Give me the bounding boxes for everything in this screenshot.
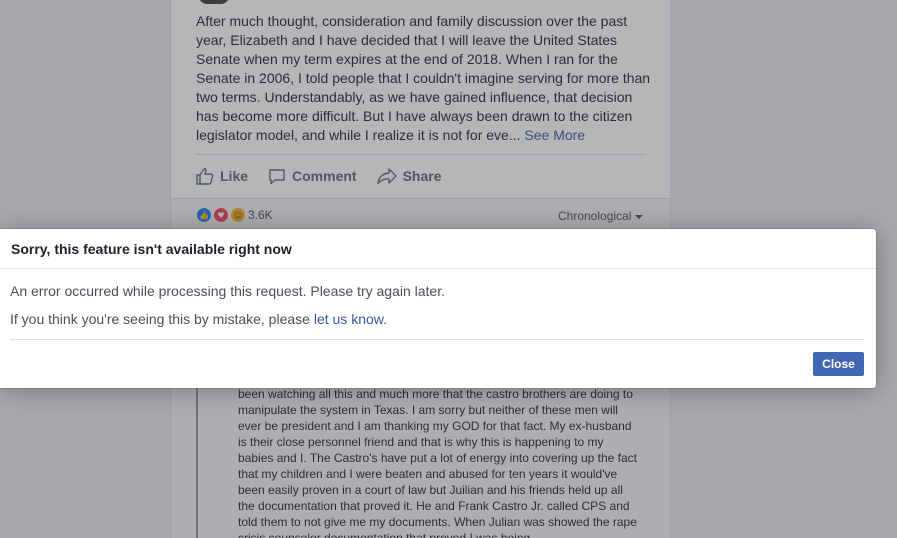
close-button[interactable]: Close <box>813 352 864 376</box>
mistake-prefix: If you think you're seeing this by mista… <box>10 311 314 327</box>
error-message: An error occurred while processing this … <box>10 283 445 299</box>
dialog-header: Sorry, this feature isn't available righ… <box>0 229 876 269</box>
dialog-title: Sorry, this feature isn't available righ… <box>11 240 292 257</box>
dialog-divider <box>10 339 864 340</box>
error-dialog: Sorry, this feature isn't available righ… <box>0 229 876 388</box>
mistake-message: If you think you're seeing this by mista… <box>10 310 866 328</box>
dialog-body: An error occurred while processing this … <box>0 269 876 328</box>
mistake-suffix: . <box>383 311 387 327</box>
let-us-know-link[interactable]: let us know <box>314 311 383 327</box>
